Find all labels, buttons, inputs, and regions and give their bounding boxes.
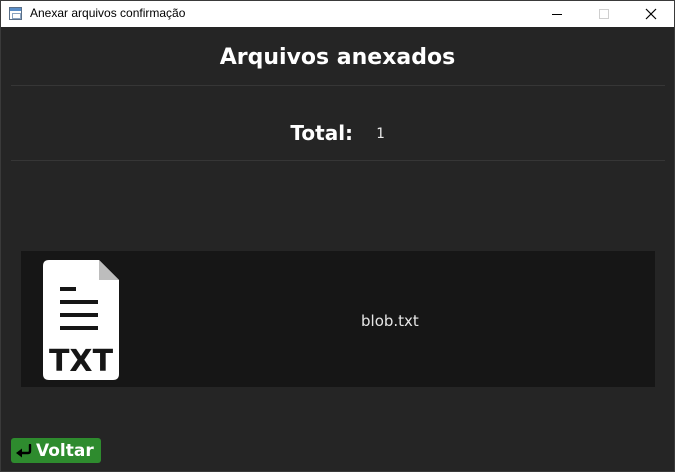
total-summary: Total: 1 (1, 121, 674, 145)
app-window: Anexar arquivos confirmação Arquivos ane… (0, 0, 675, 472)
close-button[interactable] (628, 1, 674, 27)
txt-file-icon: TXT (43, 260, 119, 380)
minimize-icon (552, 13, 562, 15)
window-app-icon (9, 7, 22, 20)
maximize-button[interactable] (581, 1, 627, 27)
close-icon (645, 8, 657, 20)
maximize-icon (599, 9, 609, 19)
page-title: Arquivos anexados (219, 45, 456, 70)
back-button[interactable]: Voltar (11, 438, 101, 463)
file-item[interactable]: TXT blob.txt (21, 251, 655, 387)
total-label: Total: (290, 121, 354, 145)
file-name: blob.txt (361, 312, 419, 330)
window-title: Anexar arquivos confirmação (30, 6, 186, 20)
back-button-label: Voltar (36, 440, 94, 461)
header-divider (11, 85, 665, 86)
return-arrow-icon (16, 443, 32, 457)
minimize-button[interactable] (534, 1, 580, 27)
txt-icon-label: TXT (49, 344, 114, 379)
title-bar[interactable]: Anexar arquivos confirmação (1, 1, 674, 27)
total-count: 1 (376, 126, 385, 142)
summary-divider (11, 160, 665, 161)
